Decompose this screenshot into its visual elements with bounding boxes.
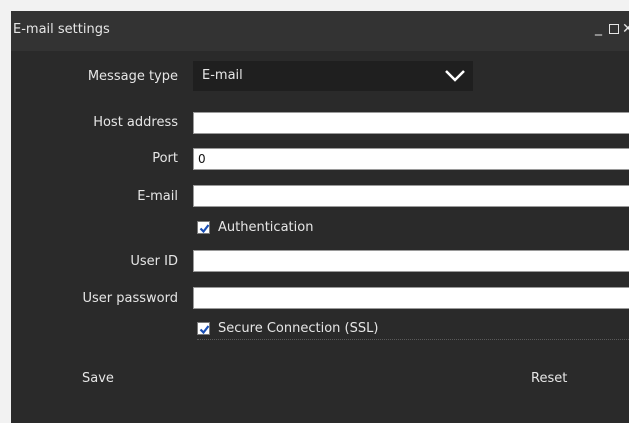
minimize-icon[interactable]: _ [595,20,602,36]
reset-button[interactable]: Reset [531,371,567,386]
message-type-label: Message type [87,69,178,84]
ssl-label: Secure Connection (SSL) [218,321,379,336]
chevron-down-icon [441,66,469,86]
user-password-label: User password [82,291,178,306]
focus-underline [197,339,629,340]
checkmark-icon [199,224,210,234]
window-title: E-mail settings [13,22,110,37]
user-password-input[interactable] [193,287,629,309]
authentication-checkbox[interactable] [197,221,210,234]
host-address-input[interactable] [193,112,629,134]
email-input[interactable] [193,185,629,207]
port-label: Port [152,151,178,166]
user-id-label: User ID [130,254,178,269]
message-type-value: E-mail [202,68,243,83]
host-address-label: Host address [93,115,178,130]
user-id-input[interactable] [193,250,629,272]
message-type-dropdown[interactable]: E-mail [193,61,473,91]
close-icon[interactable]: ✕ [622,21,629,37]
email-settings-window: E-mail settings _ ✕ Message type E-mail … [11,11,629,423]
port-input[interactable] [193,148,629,170]
authentication-checkbox-row[interactable]: Authentication [197,220,313,235]
ssl-checkbox-row[interactable]: Secure Connection (SSL) [197,321,378,336]
checkmark-icon [199,325,210,335]
title-bar[interactable]: E-mail settings _ ✕ [11,11,629,51]
authentication-label: Authentication [218,220,314,235]
save-button[interactable]: Save [82,371,114,386]
ssl-checkbox[interactable] [197,322,210,335]
email-label: E-mail [137,189,178,204]
maximize-icon[interactable] [609,21,619,38]
